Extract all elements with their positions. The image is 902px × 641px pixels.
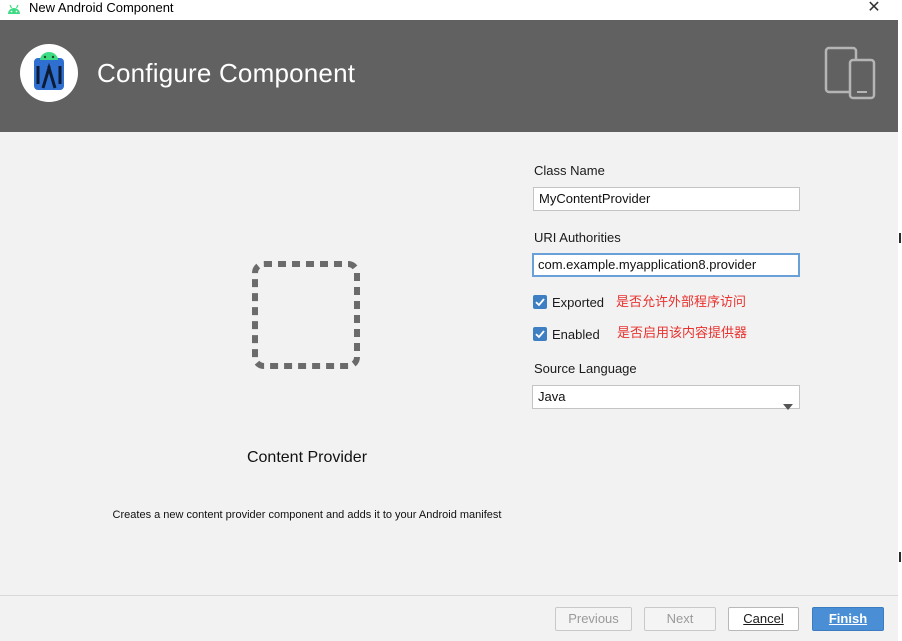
source-language-label: Source Language <box>534 361 637 376</box>
window-title: New Android Component <box>29 0 174 15</box>
source-language-value: Java <box>538 389 566 404</box>
checkmark-icon <box>535 298 545 307</box>
checkmark-icon <box>535 330 545 339</box>
enabled-note: 是否启用该内容提供器 <box>617 325 748 340</box>
content-provider-placeholder-icon <box>251 260 361 375</box>
edge-marker <box>899 233 901 243</box>
chevron-down-icon <box>783 395 793 417</box>
class-name-label: Class Name <box>534 163 605 178</box>
finish-button[interactable]: Finish <box>812 607 884 631</box>
component-description: Creates a new content provider component… <box>112 509 502 521</box>
page-title: Configure Component <box>97 58 356 88</box>
enabled-label: Enabled <box>552 327 600 342</box>
uri-authorities-input[interactable]: com.example.myapplication8.provider <box>532 253 800 277</box>
previous-button[interactable]: Previous <box>555 607 632 631</box>
header-banner: Configure Component <box>0 20 898 132</box>
devices-icon <box>824 46 878 107</box>
close-icon[interactable]: ✕ <box>862 0 886 17</box>
uri-authorities-label: URI Authorities <box>534 230 621 245</box>
exported-checkbox[interactable] <box>533 295 547 309</box>
enabled-checkbox[interactable] <box>533 327 547 341</box>
exported-note: 是否允许外部程序访问 <box>616 294 747 309</box>
android-icon <box>6 2 22 16</box>
cancel-label: Cancel <box>743 611 784 626</box>
next-button[interactable]: Next <box>644 607 716 631</box>
android-studio-logo-icon <box>20 44 78 102</box>
cancel-button[interactable]: Cancel <box>728 607 799 631</box>
component-title: Content Provider <box>246 449 368 466</box>
finish-label: Finish <box>828 611 868 626</box>
footer-divider <box>0 595 898 596</box>
class-name-input[interactable]: MyContentProvider <box>533 187 800 211</box>
source-language-select[interactable]: Java <box>532 385 800 410</box>
window-edge <box>898 20 902 641</box>
edge-marker <box>899 552 901 562</box>
window-titlebar: New Android Component ✕ <box>0 0 902 20</box>
exported-label: Exported <box>552 295 605 310</box>
